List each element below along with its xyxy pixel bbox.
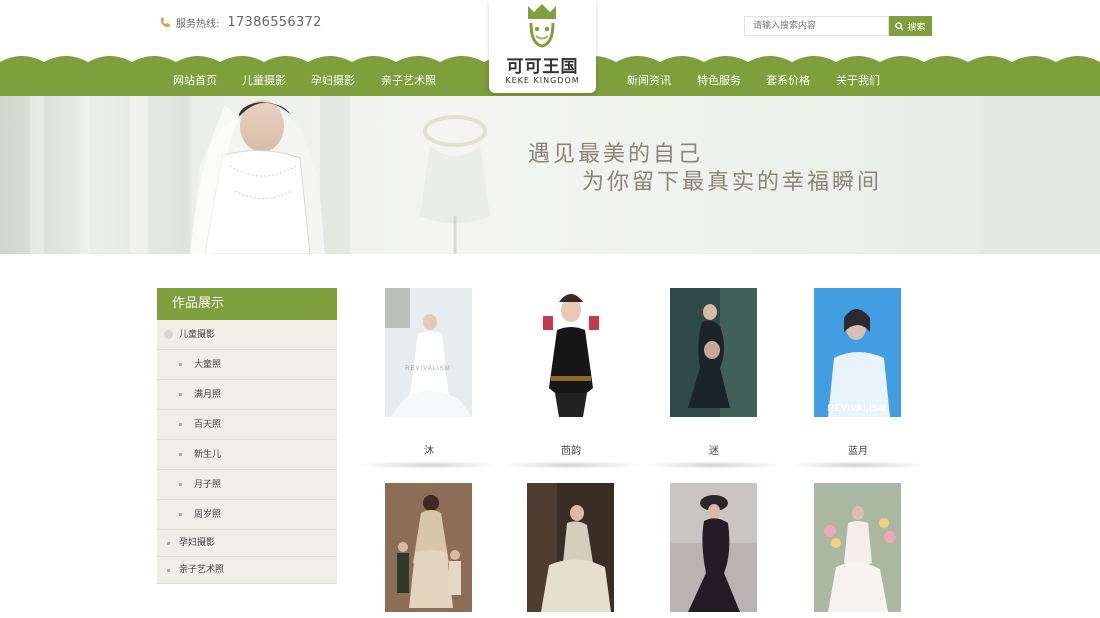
search-box: 搜索 xyxy=(744,16,932,36)
sidebar-item-label: 大童照 xyxy=(194,360,222,370)
card-shadow xyxy=(644,461,784,469)
card-shadow xyxy=(501,461,641,469)
sidebar-item-label: 月子照 xyxy=(194,480,222,490)
sidebar-title: 作品展示 xyxy=(157,288,337,320)
gallery-caption[interactable]: 茴韵 xyxy=(506,442,636,457)
hotline-label: 服务热线: xyxy=(176,19,220,30)
sidebar-item-label: 儿童摄影 xyxy=(179,330,216,340)
card-shadow xyxy=(359,461,499,469)
photo-text: REVIVALISM xyxy=(827,403,886,413)
logo-english-name: KEKE KINGDOM xyxy=(505,76,580,85)
gallery-caption[interactable]: 蓝月 xyxy=(793,442,923,457)
search-icon xyxy=(895,21,905,31)
gallery-photo[interactable] xyxy=(670,483,757,612)
square-bullet-icon xyxy=(179,363,182,366)
gallery-caption[interactable]: 迷 xyxy=(649,442,779,457)
circle-bullet-icon xyxy=(164,330,173,339)
square-bullet-icon xyxy=(179,483,182,486)
gallery-photo[interactable]: REVIVALISM xyxy=(814,288,901,417)
banner-slogan-line2: 为你留下最真实的幸福瞬间 xyxy=(582,170,883,195)
nav-home[interactable]: 网站首页 xyxy=(173,72,217,88)
hero-banner: 遇见最美的自己 为你留下最真实的幸福瞬间 xyxy=(0,96,1100,254)
sidebar-item-newborn[interactable]: 新生儿 xyxy=(157,440,337,470)
gallery-photo[interactable] xyxy=(385,483,472,612)
crown-logo-icon xyxy=(528,4,556,48)
square-bullet-icon xyxy=(179,393,182,396)
nav-child-photo[interactable]: 儿童摄影 xyxy=(242,72,286,88)
sidebar-item-big-child[interactable]: 大童照 xyxy=(157,350,337,380)
category-sidebar: 作品展示 儿童摄影 大童照 满月照 百天照 新生儿 月子照 周岁照 孕妇摄影 亲… xyxy=(157,288,337,584)
square-bullet-icon xyxy=(179,453,182,456)
site-logo[interactable]: 可可王国 KEKE KINGDOM xyxy=(489,0,596,93)
sidebar-item-maternity[interactable]: 孕妇摄影 xyxy=(157,530,337,557)
gallery-photo[interactable]: REVIVALISM xyxy=(385,288,472,417)
sidebar-item-child-photo[interactable]: 儿童摄影 xyxy=(157,320,337,350)
photo-text: REVIVALISM xyxy=(405,366,451,372)
square-bullet-icon xyxy=(167,569,170,572)
hotline: 服务热线: 17386556372 xyxy=(159,15,322,30)
sidebar-item-label: 亲子艺术照 xyxy=(179,565,225,575)
sidebar-item-hundred-days[interactable]: 百天照 xyxy=(157,410,337,440)
sidebar-item-label: 周岁照 xyxy=(194,510,222,520)
search-input[interactable] xyxy=(744,16,889,36)
sidebar-item-family-art[interactable]: 亲子艺术照 xyxy=(157,557,337,584)
sidebar-item-label: 新生儿 xyxy=(194,450,222,460)
nav-pricing[interactable]: 套系价格 xyxy=(766,72,810,88)
gallery-photo[interactable] xyxy=(814,483,901,612)
logo-chinese-name: 可可王国 xyxy=(506,57,579,77)
square-bullet-icon xyxy=(179,513,182,516)
phone-icon xyxy=(160,17,171,28)
hotline-number: 17386556372 xyxy=(227,15,322,30)
nav-maternity-photo[interactable]: 孕妇摄影 xyxy=(311,72,355,88)
banner-illustration xyxy=(0,96,1100,254)
nav-about[interactable]: 关于我们 xyxy=(836,72,880,88)
sidebar-list: 儿童摄影 大童照 满月照 百天照 新生儿 月子照 周岁照 孕妇摄影 亲子艺术照 xyxy=(157,320,337,584)
gallery-photo[interactable] xyxy=(527,483,614,612)
sidebar-item-label: 百天照 xyxy=(194,420,222,430)
card-shadow xyxy=(788,461,928,469)
nav-family-photo[interactable]: 亲子艺术照 xyxy=(381,72,436,88)
sidebar-item-first-birthday[interactable]: 周岁照 xyxy=(157,500,337,530)
sidebar-item-label: 孕妇摄影 xyxy=(179,538,216,548)
sidebar-item-label: 满月照 xyxy=(194,390,222,400)
nav-services[interactable]: 特色服务 xyxy=(697,72,741,88)
sidebar-item-confinement[interactable]: 月子照 xyxy=(157,470,337,500)
gallery-caption[interactable]: 沐 xyxy=(364,442,494,457)
search-button[interactable]: 搜索 xyxy=(889,16,932,36)
square-bullet-icon xyxy=(167,542,170,545)
gallery-photo[interactable] xyxy=(670,288,757,417)
sidebar-item-full-month[interactable]: 满月照 xyxy=(157,380,337,410)
square-bullet-icon xyxy=(179,423,182,426)
gallery-photo[interactable] xyxy=(527,288,614,417)
nav-news[interactable]: 新闻资讯 xyxy=(627,72,671,88)
search-button-label: 搜索 xyxy=(907,22,926,33)
